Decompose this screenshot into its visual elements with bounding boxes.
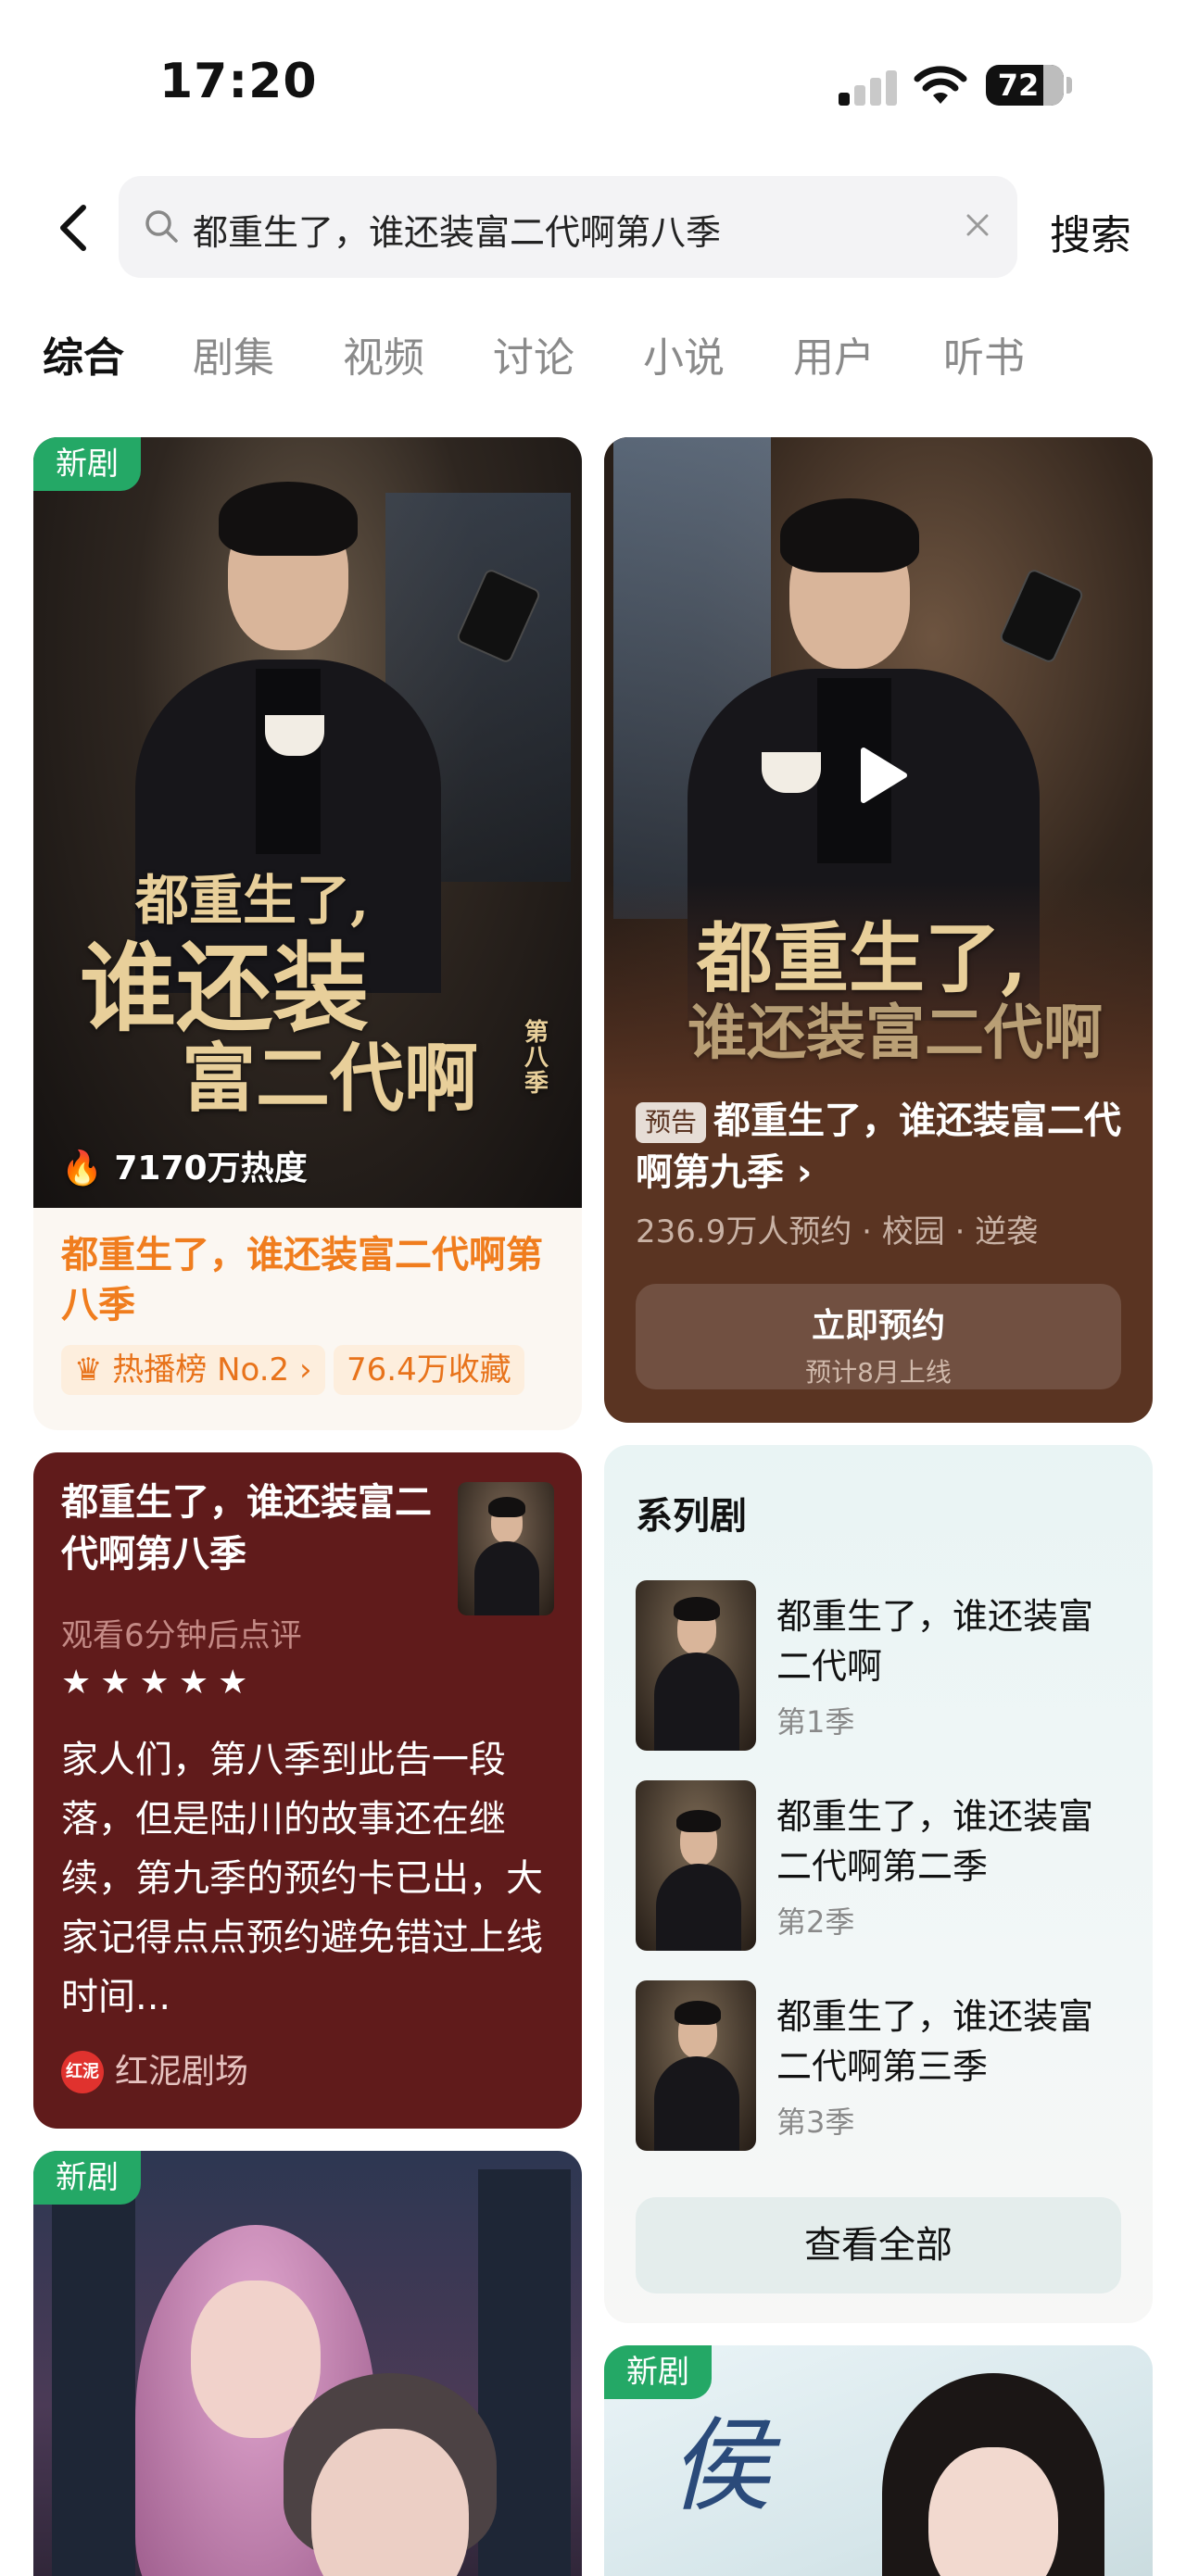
- chevron-right-icon: ›: [784, 1151, 813, 1194]
- series-cover: [636, 1980, 756, 2151]
- preview-meta: 236.9万人预约 · 校园 · 逆袭: [636, 1213, 1039, 1250]
- clear-icon[interactable]: [962, 209, 993, 241]
- source-name: 红泥剧场: [115, 2053, 249, 2091]
- drama-card[interactable]: 新剧: [33, 2151, 582, 2576]
- crown-icon: ♛: [74, 1351, 113, 1389]
- drama-card-season8[interactable]: 新剧 都重生了, 谁还装 富二代啊 第八季 🔥 7170万热度 都重生了，谁还装…: [33, 437, 582, 1430]
- series-heading: 系列剧: [636, 1495, 747, 1538]
- poster-title-line2: 谁还装: [80, 931, 370, 1045]
- preview-title[interactable]: 都重生了，谁还装富二代啊第九季 ›: [636, 1095, 1136, 1199]
- search-input[interactable]: 都重生了，谁还装富二代啊第八季: [119, 176, 1017, 278]
- preview-card-season9[interactable]: 都重生了, 谁还装富二代啊 都重生了，谁还装富二代啊第九季 › 预告 236.9…: [604, 437, 1153, 1423]
- search-query[interactable]: 都重生了，谁还装富二代啊第八季: [193, 204, 721, 255]
- heat-count: 🔥 7170万热度: [61, 1141, 308, 1189]
- rating-stars[interactable]: ★★★★★: [61, 1664, 257, 1702]
- heat-value: 7170万热度: [114, 1150, 308, 1187]
- series-card: 系列剧 都重生了，谁还装富二代啊 第1季 都重生了，谁还装富二代啊第二季 第2季…: [604, 1445, 1153, 2323]
- tab-discussion[interactable]: 讨论: [493, 324, 574, 383]
- series-item[interactable]: 都重生了，谁还装富二代啊第三季 第3季: [636, 1980, 1127, 2151]
- reserve-button[interactable]: 立即预约 预计8月上线: [636, 1284, 1121, 1389]
- poster-title-line1: 都重生了,: [697, 914, 1028, 1003]
- preview-poster[interactable]: 都重生了, 谁还装富二代啊: [604, 437, 1153, 1123]
- tab-user[interactable]: 用户: [793, 324, 875, 383]
- review-body: 家人们，第八季到此告一段落，但是陆川的故事还在继续，第九季的预约卡已出，大家记得…: [61, 1739, 543, 2018]
- drama-poster[interactable]: 都重生了, 谁还装 富二代啊 第八季 🔥 7170万热度: [33, 437, 582, 1208]
- reserve-sub: 预计8月上线: [805, 1357, 952, 1388]
- search-button[interactable]: 搜索: [1050, 202, 1131, 261]
- new-badge: 新剧: [33, 2151, 141, 2205]
- status-time: 17:20: [159, 54, 318, 109]
- collect-count: 76.4万收藏: [334, 1345, 524, 1395]
- rank-badge[interactable]: ♛ 热播榜 No.2 ›: [61, 1345, 325, 1395]
- series-name: 都重生了，谁还装富二代啊第二季: [776, 1796, 1094, 1887]
- play-icon[interactable]: [847, 743, 912, 808]
- battery-icon: 72: [986, 65, 1064, 106]
- drama-title[interactable]: 都重生了，谁还装富二代啊第八季: [61, 1230, 561, 1330]
- search-icon: [145, 210, 178, 243]
- review-card[interactable]: 都重生了，谁还装富二代啊第八季 观看6分钟后点评 ★★★★★ 家人们，第八季到此…: [33, 1452, 582, 2129]
- series-season: 第3季: [776, 2105, 855, 2140]
- view-all-button[interactable]: 查看全部: [636, 2197, 1121, 2293]
- poster-title-line2: 谁还装富二代啊: [688, 999, 1103, 1068]
- series-name: 都重生了，谁还装富二代啊第三季: [776, 1996, 1094, 2087]
- review-thumbnail: [458, 1482, 554, 1615]
- series-item[interactable]: 都重生了，谁还装富二代啊第二季 第2季: [636, 1780, 1127, 1951]
- poster-title-line1: 都重生了,: [135, 869, 370, 932]
- series-season: 第2季: [776, 1904, 855, 1940]
- battery-tip: [1066, 77, 1072, 94]
- battery-level: 72: [997, 68, 1040, 103]
- new-badge: 新剧: [604, 2345, 712, 2399]
- tab-novel[interactable]: 小说: [643, 324, 725, 383]
- new-badge: 新剧: [33, 437, 141, 491]
- poster-script: 侯: [669, 2406, 771, 2525]
- poster-title-line3: 富二代啊: [182, 1035, 478, 1122]
- series-item[interactable]: 都重生了，谁还装富二代啊 第1季: [636, 1580, 1127, 1751]
- category-tabs: 综合 剧集 视频 讨论 小说 用户 听书: [0, 324, 1186, 398]
- rank-label: 热播榜 No.2: [112, 1351, 290, 1389]
- preview-tag: 预告: [636, 1102, 707, 1143]
- drama-card[interactable]: 新剧 侯: [604, 2345, 1153, 2576]
- tab-audiobook[interactable]: 听书: [943, 324, 1025, 383]
- tab-comprehensive[interactable]: 综合: [43, 324, 124, 383]
- preview-title-text: 都重生了，谁还装富二代啊第九季: [636, 1100, 1121, 1194]
- fire-icon: 🔥: [61, 1150, 103, 1187]
- series-name: 都重生了，谁还装富二代啊: [776, 1596, 1094, 1687]
- signal-icon: [839, 69, 898, 106]
- status-bar: 17:20 72: [0, 0, 1186, 157]
- series-cover: [636, 1780, 756, 1951]
- chevron-right-icon: ›: [289, 1351, 312, 1389]
- tab-series[interactable]: 剧集: [193, 324, 274, 383]
- reserve-label: 立即预约: [811, 1307, 945, 1345]
- tab-video[interactable]: 视频: [343, 324, 424, 383]
- wifi-icon: [914, 66, 967, 104]
- poster-season: 第八季: [524, 1019, 549, 1098]
- series-cover: [636, 1580, 756, 1751]
- review-title: 都重生了，谁还装富二代啊第八季: [61, 1481, 432, 1576]
- back-arrow-icon[interactable]: [56, 202, 93, 254]
- review-hint: 观看6分钟后点评: [61, 1617, 302, 1654]
- source-logo: 红泥: [61, 2051, 104, 2093]
- series-season: 第1季: [776, 1704, 855, 1740]
